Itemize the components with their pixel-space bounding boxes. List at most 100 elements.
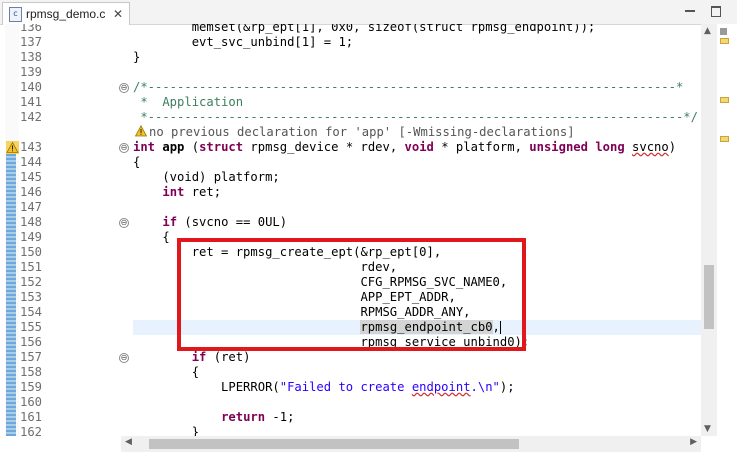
scroll-down-icon[interactable]: ▼ [704,424,711,434]
horizontal-scrollbar[interactable]: ◀ ▶ [121,436,701,452]
warning-marker[interactable] [720,136,729,142]
code-line[interactable]: 157 ⊖ if (ret) [0,350,700,365]
code-line[interactable]: 138} [0,50,700,65]
horizontal-scroll-thumb[interactable] [149,439,519,449]
code-token: endpoint [411,380,471,394]
code-token: ); [499,380,515,394]
highlight-annotation-box [177,238,526,351]
line-number: 148 [20,215,43,229]
code-token: if [191,350,207,364]
code-token: * Application [133,95,244,109]
code-token: { [133,365,200,379]
code-token: evt_svc_unbind[1] = 1; [133,35,354,49]
code-line[interactable]: 139 [0,65,700,80]
warning-annotation-line[interactable]: no previous declaration for 'app' [-Wmis… [0,124,700,140]
code-text: * Application [133,95,243,110]
code-token: void [404,140,434,154]
code-text: /*--------------------------------------… [133,80,683,95]
code-token: app [162,140,185,154]
line-number: 145 [20,170,43,184]
code-text: { [133,230,170,245]
code-token: return [221,410,266,424]
code-line[interactable]: 159 LPERROR("Failed to create endpoint.\… [0,380,700,395]
code-text: int app (struct rpmsg_device * rdev, voi… [133,140,676,155]
code-line[interactable]: 141 * Application [0,95,700,110]
line-number: 136 [20,24,43,34]
editor-tab-rpmsg-demo[interactable]: c rpmsg_demo.c ✕ [2,2,130,25]
c-source-file-icon: c [9,6,22,22]
fold-toggle-icon[interactable]: ⊖ [119,353,129,363]
code-token: { [133,155,141,169]
line-number: 137 [20,35,43,49]
line-number: 146 [20,185,43,199]
code-line[interactable]: 147 [0,200,700,215]
warning-message: no previous declaration for 'app' [-Wmis… [149,125,575,139]
code-text: } [133,50,140,65]
vertical-scroll-thumb[interactable] [704,265,714,329]
line-number: 155 [20,320,43,334]
line-number: 150 [20,245,43,259]
code-token: (svcno == 0UL) [177,215,288,229]
code-line[interactable]: 145 (void) platform; [0,170,700,185]
tab-title: rpmsg_demo.c [26,7,106,21]
minimize-icon[interactable] [683,4,697,18]
code-token: /*--------------------------------------… [133,80,684,94]
close-icon[interactable]: ✕ [113,7,123,21]
line-number: 141 [20,95,43,109]
code-text: evt_svc_unbind[1] = 1; [133,35,353,50]
line-number: 142 [20,110,43,124]
line-number: 140 [20,80,43,94]
code-token: int [162,185,185,199]
fold-toggle-icon[interactable]: ⊖ [119,143,129,153]
code-token: ( [184,140,200,154]
code-token: long [595,140,625,154]
code-token: int [133,140,156,154]
vertical-scrollbar[interactable]: ▲ ▼ [701,24,717,436]
code-token: { [133,230,170,244]
code-token: rpmsg_device * rdev, [243,140,405,154]
code-text: LPERROR("Failed to create endpoint.\n"); [133,380,515,395]
code-text: no previous declaration for 'app' [-Wmis… [134,124,575,140]
code-line[interactable]: 136 memset(&rp_ept[1], 0x0, sizeof(struc… [0,24,700,35]
line-number: 160 [20,395,43,409]
code-line[interactable]: 158 { [0,365,700,380]
line-number: 153 [20,290,43,304]
warning-marker[interactable] [720,97,729,103]
fold-toggle-icon[interactable]: ⊖ [119,218,129,228]
overview-ruler[interactable] [717,24,737,436]
code-line[interactable]: 142 *-----------------------------------… [0,110,700,125]
code-line[interactable]: 146 int ret; [0,185,700,200]
code-token: (ret) [206,350,251,364]
code-line[interactable]: 161 return -1; [0,410,700,425]
fold-toggle-icon[interactable]: ⊖ [119,83,129,93]
line-number: 147 [20,200,43,214]
line-number: 156 [20,335,43,349]
code-text: int ret; [133,185,221,200]
code-token: struct [199,140,244,154]
overview-summary-icon [720,28,727,35]
warning-marker[interactable] [720,38,729,44]
code-token: * platform, [433,140,530,154]
scroll-left-icon[interactable]: ◀ [125,437,132,447]
code-line[interactable]: 144 { [0,155,700,170]
maximize-icon[interactable] [709,4,723,18]
code-token: .\n" [470,380,500,394]
warning-gutter-icon[interactable] [6,141,19,154]
scroll-right-icon[interactable]: ▶ [690,437,697,447]
line-number: 154 [20,305,43,319]
code-line[interactable]: 137 evt_svc_unbind[1] = 1; [0,35,700,50]
code-token: ) [668,140,677,154]
code-line[interactable]: 148 ⊖ if (svcno == 0UL) [0,215,700,230]
scroll-up-icon[interactable]: ▲ [704,26,711,36]
code-token: LPERROR( [133,380,280,394]
warning-icon [134,124,148,137]
code-line[interactable]: 140 ⊖ /*----------------------------------… [0,80,700,95]
code-text: if (svcno == 0UL) [133,215,287,230]
code-token: } [133,50,141,64]
code-line[interactable]: 160 [0,395,700,410]
code-line[interactable]: 143 ⊖ int app (struct rpmsg_device * rdev,… [0,140,700,155]
code-text: (void) platform; [133,170,279,185]
code-token: -1; [265,410,295,424]
